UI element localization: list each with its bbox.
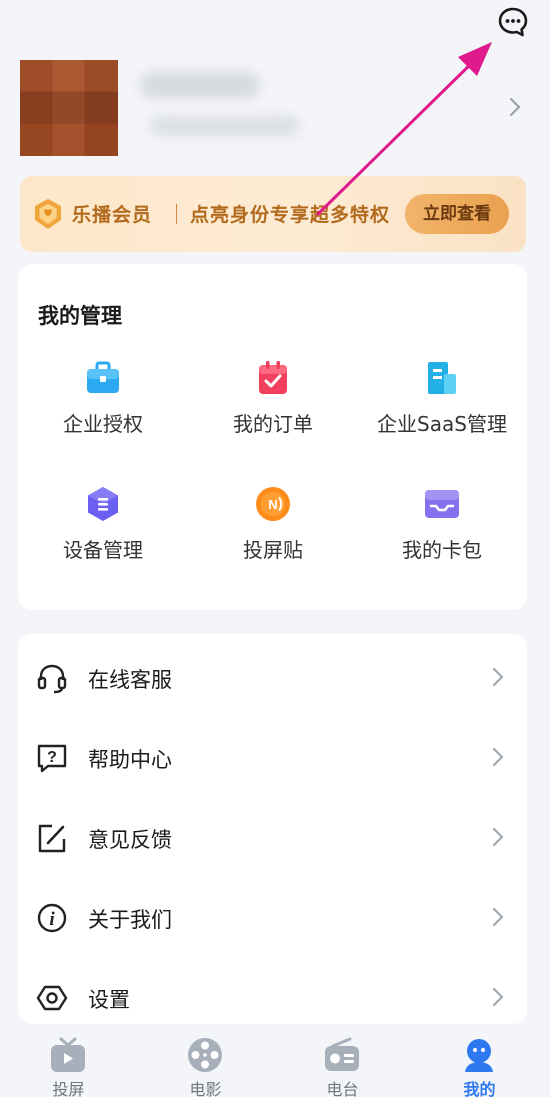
vip-description: 点亮身份专享超多特权 xyxy=(190,204,391,226)
tab-radio[interactable]: 电台 xyxy=(274,1024,411,1097)
profile-icon xyxy=(460,1036,498,1074)
bottom-tab-bar: 投屏 电影 电台 我的 xyxy=(0,1024,550,1097)
grid-item-label: 我的订单 xyxy=(233,412,313,436)
grid-item-cast-sticker[interactable]: N 投屏贴 xyxy=(188,486,358,576)
top-bar xyxy=(0,0,550,50)
grid-item-label: 企业SaaS管理 xyxy=(377,412,507,436)
chevron-right-icon xyxy=(492,667,504,687)
radio-icon xyxy=(323,1036,361,1074)
vip-banner[interactable]: 乐播会员 点亮身份专享超多特权 立即查看 xyxy=(20,176,526,252)
tab-label: 电影 xyxy=(189,1080,222,1097)
menu-item-label: 在线客服 xyxy=(88,668,172,692)
settings-icon xyxy=(36,982,68,1014)
chevron-right-icon xyxy=(492,747,504,767)
chevron-right-icon xyxy=(492,907,504,927)
grid-item-my-orders[interactable]: 我的订单 xyxy=(188,360,358,450)
svg-text:?: ? xyxy=(47,749,57,766)
svg-text:N: N xyxy=(268,497,277,512)
grid-item-label: 投屏贴 xyxy=(243,538,303,562)
grid-item-enterprise-auth[interactable]: 企业授权 xyxy=(18,360,188,450)
user-name-blurred xyxy=(140,72,260,98)
avatar[interactable] xyxy=(20,60,118,156)
menu-item-online-service[interactable]: 在线客服 xyxy=(18,636,527,716)
device-icon xyxy=(85,486,121,522)
grid-item-label: 企业授权 xyxy=(63,412,143,436)
film-reel-icon xyxy=(186,1036,224,1074)
menu-item-feedback[interactable]: 意见反馈 xyxy=(18,796,527,876)
info-icon: i xyxy=(36,902,68,934)
grid-item-label: 设备管理 xyxy=(63,538,143,562)
briefcase-icon xyxy=(85,360,121,396)
management-card: 我的管理 企业授权 我的订单 企业SaaS管理 设备管理 N 投屏贴 我的卡包 xyxy=(18,264,527,610)
nfc-icon: N xyxy=(255,486,291,522)
vip-shield-icon xyxy=(33,198,63,230)
grid-item-my-wallet[interactable]: 我的卡包 xyxy=(357,486,527,576)
chevron-right-icon xyxy=(508,96,522,118)
menu-item-label: 关于我们 xyxy=(88,908,172,932)
headset-icon xyxy=(36,662,68,694)
tab-mine[interactable]: 我的 xyxy=(411,1024,548,1097)
grid-item-enterprise-saas[interactable]: 企业SaaS管理 xyxy=(357,360,527,450)
tab-label: 我的 xyxy=(463,1080,496,1097)
tv-icon xyxy=(49,1036,87,1074)
chevron-right-icon xyxy=(492,987,504,1007)
menu-item-about-us[interactable]: i 关于我们 xyxy=(18,876,527,956)
tab-movie[interactable]: 电影 xyxy=(137,1024,274,1097)
vip-title: 乐播会员 xyxy=(72,204,153,226)
svg-text:i: i xyxy=(49,909,55,930)
building-icon xyxy=(424,360,460,396)
chat-bubble-icon[interactable] xyxy=(497,6,529,38)
menu-card: 在线客服 ? 帮助中心 意见反馈 i 关于我们 设置 xyxy=(18,634,527,1024)
tab-cast[interactable]: 投屏 xyxy=(0,1024,137,1097)
grid-item-device-management[interactable]: 设备管理 xyxy=(18,486,188,576)
chevron-right-icon xyxy=(492,827,504,847)
user-id-blurred xyxy=(150,116,300,136)
tab-label: 电台 xyxy=(326,1080,359,1097)
feedback-icon xyxy=(36,822,68,854)
menu-item-label: 设置 xyxy=(88,988,130,1012)
menu-item-help-center[interactable]: ? 帮助中心 xyxy=(18,716,527,796)
order-icon xyxy=(255,360,291,396)
divider xyxy=(176,204,177,224)
grid-item-label: 我的卡包 xyxy=(402,538,482,562)
help-icon: ? xyxy=(36,742,68,774)
wallet-icon xyxy=(424,486,460,522)
vip-view-button[interactable]: 立即查看 xyxy=(405,194,509,234)
profile-header[interactable] xyxy=(0,58,550,158)
menu-item-label: 帮助中心 xyxy=(88,748,172,772)
menu-item-label: 意见反馈 xyxy=(88,828,172,852)
section-title: 我的管理 xyxy=(38,304,122,328)
tab-label: 投屏 xyxy=(52,1080,85,1097)
